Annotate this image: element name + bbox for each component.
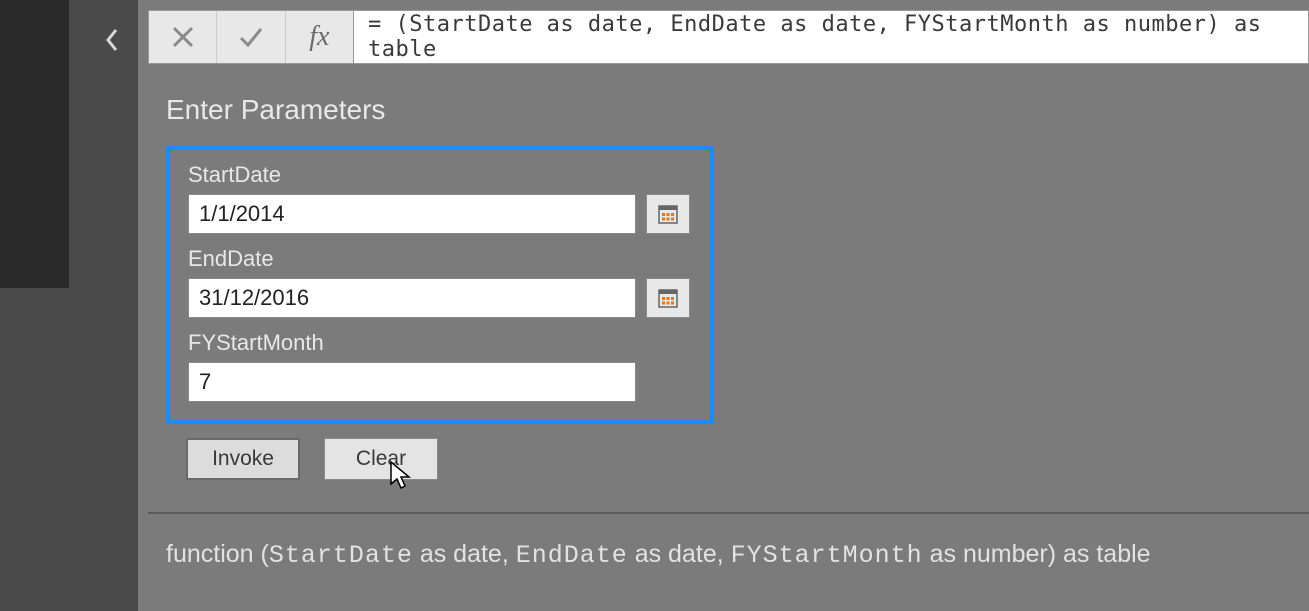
back-button[interactable] <box>100 28 124 52</box>
left-sidebar <box>0 0 138 611</box>
sig-param1: StartDate <box>269 541 413 570</box>
calendar-icon <box>657 203 679 225</box>
enddate-input[interactable] <box>188 278 636 318</box>
page-title: Enter Parameters <box>166 94 1309 126</box>
sig-param2: EndDate <box>516 541 628 570</box>
formula-bar: fx = (StartDate as date, EndDate as date… <box>148 10 1309 64</box>
divider <box>148 512 1309 514</box>
check-icon <box>238 24 264 50</box>
sidebar-dark-section <box>0 68 69 288</box>
sig-type1: as date, <box>413 540 516 568</box>
startdate-input[interactable] <box>188 194 636 234</box>
enddate-row <box>188 278 692 318</box>
formula-controls: fx <box>148 10 354 64</box>
sig-type2: as date, <box>628 540 731 568</box>
confirm-formula-button[interactable] <box>217 11 285 63</box>
param-group-fystartmonth: FYStartMonth <box>188 330 692 402</box>
fystartmonth-input[interactable] <box>188 362 636 402</box>
fystartmonth-row <box>188 362 692 402</box>
sig-type3: as number) as table <box>923 540 1151 568</box>
action-buttons: Invoke Clear <box>186 438 1309 480</box>
sig-param3: FYStartMonth <box>731 541 923 570</box>
cancel-formula-button[interactable] <box>149 11 217 63</box>
param-group-startdate: StartDate <box>188 162 692 234</box>
x-icon <box>170 24 196 50</box>
fystartmonth-label: FYStartMonth <box>188 330 692 356</box>
content-area: Enter Parameters StartDate <box>166 94 1309 480</box>
formula-input[interactable]: = (StartDate as date, EndDate as date, F… <box>354 10 1309 64</box>
enddate-datepicker-button[interactable] <box>646 278 690 318</box>
chevron-left-icon <box>104 28 120 52</box>
calendar-icon <box>657 287 679 309</box>
startdate-row <box>188 194 692 234</box>
main-content: fx = (StartDate as date, EndDate as date… <box>138 0 1309 611</box>
param-group-enddate: EndDate <box>188 246 692 318</box>
sig-prefix: function ( <box>166 540 269 568</box>
startdate-label: StartDate <box>188 162 692 188</box>
sidebar-dark-top <box>0 0 69 68</box>
function-signature: function (StartDate as date, EndDate as … <box>166 540 1151 570</box>
invoke-button[interactable]: Invoke <box>186 438 300 480</box>
fx-button[interactable]: fx <box>286 11 353 63</box>
startdate-datepicker-button[interactable] <box>646 194 690 234</box>
formula-text: = (StartDate as date, EndDate as date, F… <box>368 12 1294 62</box>
parameters-panel: StartDate <box>166 146 714 424</box>
clear-button[interactable]: Clear <box>324 438 438 480</box>
fx-icon: fx <box>309 21 329 53</box>
enddate-label: EndDate <box>188 246 692 272</box>
